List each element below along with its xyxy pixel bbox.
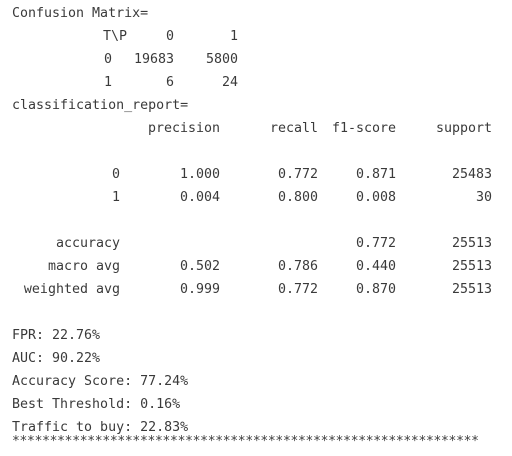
corner-label: T\P	[102, 29, 127, 44]
row-label: 0	[111, 167, 120, 182]
confusion-matrix-row-0: 0 19683 5800	[12, 48, 492, 71]
fpr-line: FPR: 22.76%	[12, 328, 101, 343]
header-support: support	[435, 121, 492, 136]
precision-value: 0.502	[179, 259, 220, 274]
header-recall: recall	[269, 121, 318, 136]
support-value: 25483	[451, 167, 492, 182]
col-header-1: 1	[229, 29, 238, 44]
report-row-class-1: 1 0.004 0.800 0.008 30	[12, 186, 492, 209]
f1-value: 0.871	[355, 167, 396, 182]
row-label: 1	[103, 75, 112, 90]
f1-value: 0.870	[355, 282, 396, 297]
f1-value: 0.772	[355, 236, 396, 251]
row-label: 1	[111, 190, 120, 205]
f1-value: 0.440	[355, 259, 396, 274]
cell-1-0: 6	[165, 75, 174, 90]
recall-value: 0.800	[277, 190, 318, 205]
accuracy-score-line: Accuracy Score: 77.24%	[12, 374, 189, 389]
f1-value: 0.008	[355, 190, 396, 205]
support-value: 25513	[451, 236, 492, 251]
row-label: accuracy	[55, 236, 120, 251]
confusion-matrix-title: Confusion Matrix=	[12, 6, 149, 21]
report-row-macro-avg: macro avg 0.502 0.786 0.440 25513	[12, 255, 492, 278]
report-row-accuracy: accuracy 0.772 25513	[12, 232, 492, 255]
precision-value: 1.000	[179, 167, 220, 182]
header-f1-score: f1-score	[331, 121, 396, 136]
confusion-matrix-header-row: T\P 0 1	[12, 25, 492, 48]
support-value: 30	[475, 190, 492, 205]
support-value: 25513	[451, 282, 492, 297]
col-header-0: 0	[165, 29, 174, 44]
support-value: 25513	[451, 259, 492, 274]
cell-1-1: 24	[221, 75, 238, 90]
report-row-weighted-avg: weighted avg 0.999 0.772 0.870 25513	[12, 278, 492, 301]
precision-value: 0.004	[179, 190, 220, 205]
cell-0-0: 19683	[133, 52, 174, 67]
row-label: 0	[103, 52, 112, 67]
precision-value: 0.999	[179, 282, 220, 297]
cell-0-1: 5800	[205, 52, 238, 67]
recall-value: 0.786	[277, 259, 318, 274]
auc-line: AUC: 90.22%	[12, 351, 101, 366]
report-row-class-0: 0 1.000 0.772 0.871 25483	[12, 163, 492, 186]
confusion-matrix-row-1: 1 6 24	[12, 71, 492, 94]
best-threshold-line: Best Threshold: 0.16%	[12, 397, 181, 412]
recall-value: 0.772	[277, 167, 318, 182]
console-output: Confusion Matrix= T\P 0 1 0 19683 5800 1…	[0, 0, 512, 456]
row-label: weighted avg	[23, 282, 120, 297]
classification-report-title: classification_report=	[12, 98, 189, 113]
header-precision: precision	[147, 121, 220, 136]
report-header-row: precision recall f1-score support	[12, 117, 492, 140]
separator-line: ****************************************…	[12, 434, 479, 448]
row-label: macro avg	[47, 259, 120, 274]
recall-value: 0.772	[277, 282, 318, 297]
